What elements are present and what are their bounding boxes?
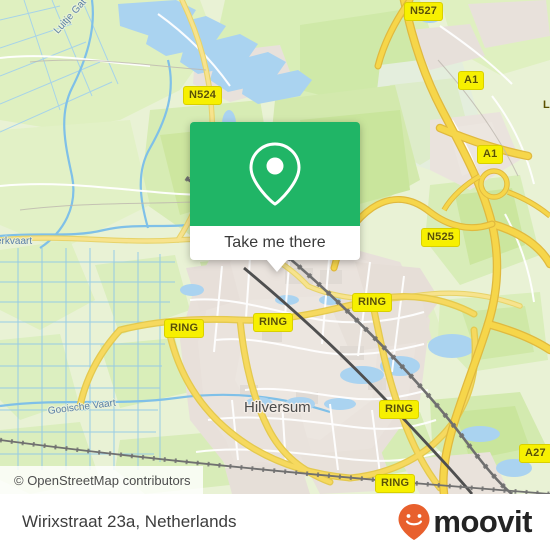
road-shield[interactable]: RING <box>164 319 205 338</box>
footer-bar: Wirixstraat 23a, Netherlands moovit <box>0 494 550 550</box>
osm-attribution[interactable]: © OpenStreetMap contributors <box>0 466 203 494</box>
road-shield[interactable]: RING <box>352 293 393 312</box>
osm-attribution-text: © OpenStreetMap contributors <box>14 472 191 488</box>
road-shield[interactable]: A1 <box>477 145 504 164</box>
road-shield[interactable]: N525 <box>421 228 461 247</box>
road-shield[interactable]: RING <box>253 313 294 332</box>
moovit-wordmark: moovit <box>433 504 532 539</box>
map-canvas[interactable]: Luitje Gat erkvaart Gooische Vaart Hilve… <box>0 0 550 494</box>
road-shield[interactable]: RING <box>379 400 420 419</box>
place-label-hilversum: Hilversum <box>244 399 311 416</box>
road-shield[interactable]: RING <box>375 474 416 493</box>
moovit-smiley-pin-icon <box>398 504 430 540</box>
location-callout-card[interactable]: Take me there <box>190 122 360 272</box>
road-shield[interactable]: N524 <box>183 86 223 105</box>
map-screenshot: Luitje Gat erkvaart Gooische Vaart Hilve… <box>0 0 550 550</box>
take-me-there-label: Take me there <box>224 234 326 251</box>
water-label: erkvaart <box>0 236 33 247</box>
callout-action-panel[interactable]: Take me there <box>190 226 360 272</box>
edge-road-label: L <box>543 99 550 111</box>
road-shield[interactable]: A1 <box>458 71 485 90</box>
callout-icon-panel <box>190 122 360 226</box>
callout-tail <box>266 259 288 272</box>
address-text: Wirixstraat 23a, Netherlands <box>22 512 237 531</box>
road-shield[interactable]: A27 <box>519 444 550 463</box>
road-shield[interactable]: N527 <box>404 2 444 21</box>
map-pin-icon <box>249 142 301 206</box>
moovit-brand[interactable]: moovit <box>397 503 532 541</box>
